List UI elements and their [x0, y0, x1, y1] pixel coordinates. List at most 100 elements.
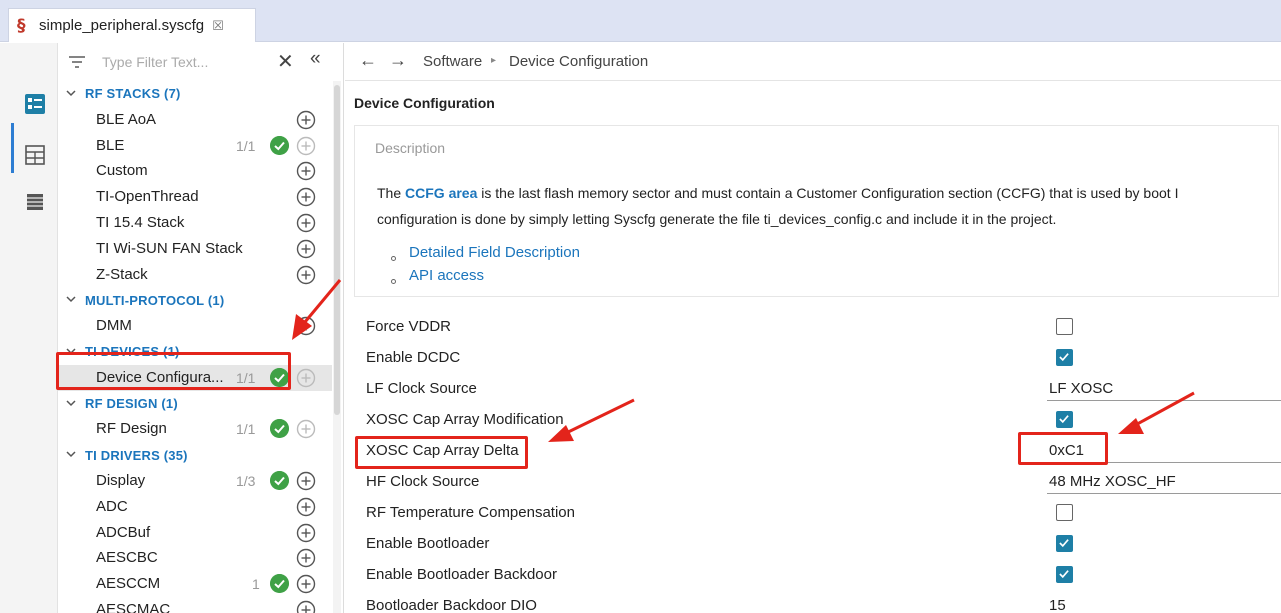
add-module-icon[interactable]	[296, 523, 316, 543]
add-module-icon[interactable]	[296, 187, 316, 207]
check-circle-icon	[270, 419, 289, 439]
property-value[interactable]: LF XOSC	[1049, 380, 1113, 397]
add-module-icon[interactable]	[296, 265, 316, 285]
module-label: BLE AoA	[96, 110, 157, 128]
chip-view-icon[interactable]	[24, 191, 46, 213]
add-module-icon[interactable]	[296, 548, 316, 568]
back-arrow-icon[interactable]: ←	[359, 50, 377, 71]
property-row: XOSC Cap Array Modification	[345, 405, 1281, 436]
checkmark-icon	[1059, 538, 1069, 547]
add-module-icon[interactable]	[296, 136, 316, 156]
category-label: MULTI-PROTOCOL (1)	[85, 292, 225, 308]
property-label: Enable Bootloader	[366, 534, 490, 552]
module-item[interactable]: RF Design 1/1	[58, 416, 332, 442]
add-module-icon[interactable]	[296, 419, 316, 439]
instance-count: 1/1	[236, 137, 256, 154]
check-circle-icon	[270, 470, 289, 490]
checkmark-icon	[1059, 352, 1069, 361]
module-item[interactable]: TI 15.4 Stack	[58, 210, 332, 236]
property-checkbox[interactable]	[1056, 565, 1073, 583]
property-checkbox[interactable]	[1056, 534, 1073, 552]
add-module-icon[interactable]	[296, 574, 316, 594]
property-checkbox[interactable]	[1056, 348, 1073, 366]
add-module-icon[interactable]	[296, 239, 316, 259]
software-view-icon[interactable]	[24, 93, 46, 115]
module-item[interactable]: AESCBC	[58, 545, 332, 571]
add-module-icon[interactable]	[296, 600, 316, 613]
module-label: TI Wi-SUN FAN Stack	[96, 239, 243, 257]
module-label: AESCMAC	[96, 600, 171, 613]
property-value[interactable]: 15	[1049, 597, 1066, 613]
checkmark-icon	[1059, 414, 1069, 423]
collapse-sidebar-icon[interactable]: «	[310, 48, 321, 70]
property-label: Enable DCDC	[366, 348, 461, 366]
add-module-icon[interactable]	[296, 110, 316, 130]
editor-tab-bar: § simple_peripheral.syscfg ☒	[0, 0, 1281, 42]
activity-bar	[0, 43, 58, 613]
category-row[interactable]: TI DRIVERS (35)	[58, 442, 332, 468]
module-item[interactable]: TI Wi-SUN FAN Stack	[58, 236, 332, 262]
page-title: Device Configuration	[354, 95, 495, 111]
module-item[interactable]: Custom	[58, 158, 332, 184]
add-module-icon[interactable]	[296, 497, 316, 517]
module-label: DMM	[96, 317, 132, 335]
category-row[interactable]: RF DESIGN (1)	[58, 391, 332, 417]
add-module-icon[interactable]	[296, 368, 316, 388]
chevron-down-icon[interactable]	[66, 294, 76, 304]
module-item[interactable]: Display 1/3	[58, 468, 332, 494]
bullet-icon	[391, 256, 396, 261]
category-label: TI DEVICES (1)	[85, 344, 180, 360]
add-module-icon[interactable]	[296, 213, 316, 233]
module-item[interactable]: DMM	[58, 313, 332, 339]
property-row: Enable Bootloader	[345, 529, 1281, 560]
breadcrumb-device-configuration[interactable]: Device Configuration	[509, 53, 648, 70]
module-item[interactable]: BLE 1/1	[58, 133, 332, 159]
module-item[interactable]: AESCMAC	[58, 597, 332, 613]
add-module-icon[interactable]	[296, 316, 316, 336]
property-label: HF Clock Source	[366, 472, 480, 490]
clear-filter-icon[interactable]: ✕	[277, 49, 294, 74]
property-label: XOSC Cap Array Delta	[366, 441, 519, 459]
filter-input[interactable]	[102, 52, 272, 72]
module-item[interactable]: ADC	[58, 494, 332, 520]
property-value[interactable]: 0xC1	[1049, 442, 1084, 459]
checkmark-icon	[1059, 569, 1069, 578]
property-value[interactable]: 48 MHz XOSC_HF	[1049, 473, 1176, 490]
detailed-field-description-link[interactable]: Detailed Field Description	[409, 244, 580, 261]
module-item[interactable]: AESCCM 1	[58, 571, 332, 597]
instance-count: 1/1	[236, 369, 256, 386]
module-item[interactable]: ADCBuf	[58, 520, 332, 546]
property-checkbox[interactable]	[1056, 410, 1073, 428]
calculator-view-icon[interactable]	[24, 144, 46, 166]
chevron-down-icon[interactable]	[66, 449, 76, 459]
module-label: ADCBuf	[96, 523, 151, 541]
chevron-down-icon[interactable]	[66, 346, 76, 356]
property-checkbox[interactable]	[1056, 503, 1073, 521]
module-label: Display	[96, 471, 146, 489]
add-module-icon[interactable]	[296, 161, 316, 181]
module-label: RF Design	[96, 420, 167, 438]
add-module-icon[interactable]	[296, 471, 316, 491]
module-label: Z-Stack	[96, 265, 148, 283]
module-item[interactable]: TI-OpenThread	[58, 184, 332, 210]
forward-arrow-icon[interactable]: →	[389, 50, 407, 71]
property-label: Force VDDR	[366, 317, 452, 335]
category-row[interactable]: MULTI-PROTOCOL (1)	[58, 287, 332, 313]
description-header: Description	[375, 140, 446, 156]
property-row: Force VDDR	[345, 312, 1281, 343]
module-item[interactable]: BLE AoA	[58, 107, 332, 133]
module-item[interactable]: Device Configura... 1/1	[58, 364, 332, 391]
chevron-down-icon[interactable]	[66, 88, 76, 98]
close-tab-icon[interactable]: ☒	[212, 18, 224, 34]
property-checkbox[interactable]	[1056, 317, 1073, 335]
api-access-link[interactable]: API access	[409, 267, 484, 284]
breadcrumb-software[interactable]: Software	[423, 53, 482, 70]
chevron-down-icon[interactable]	[66, 398, 76, 408]
module-tree: RF STACKS (7) BLE AoA BLE 1/1 Custom TI-OpenT…	[58, 81, 332, 613]
file-tab[interactable]: § simple_peripheral.syscfg ☒	[8, 8, 256, 42]
category-row[interactable]: TI DEVICES (1)	[58, 339, 332, 365]
property-input-underline	[1047, 399, 1281, 401]
sidebar-scrollbar-thumb[interactable]	[334, 85, 340, 415]
module-item[interactable]: Z-Stack	[58, 262, 332, 288]
category-row[interactable]: RF STACKS (7)	[58, 81, 332, 107]
